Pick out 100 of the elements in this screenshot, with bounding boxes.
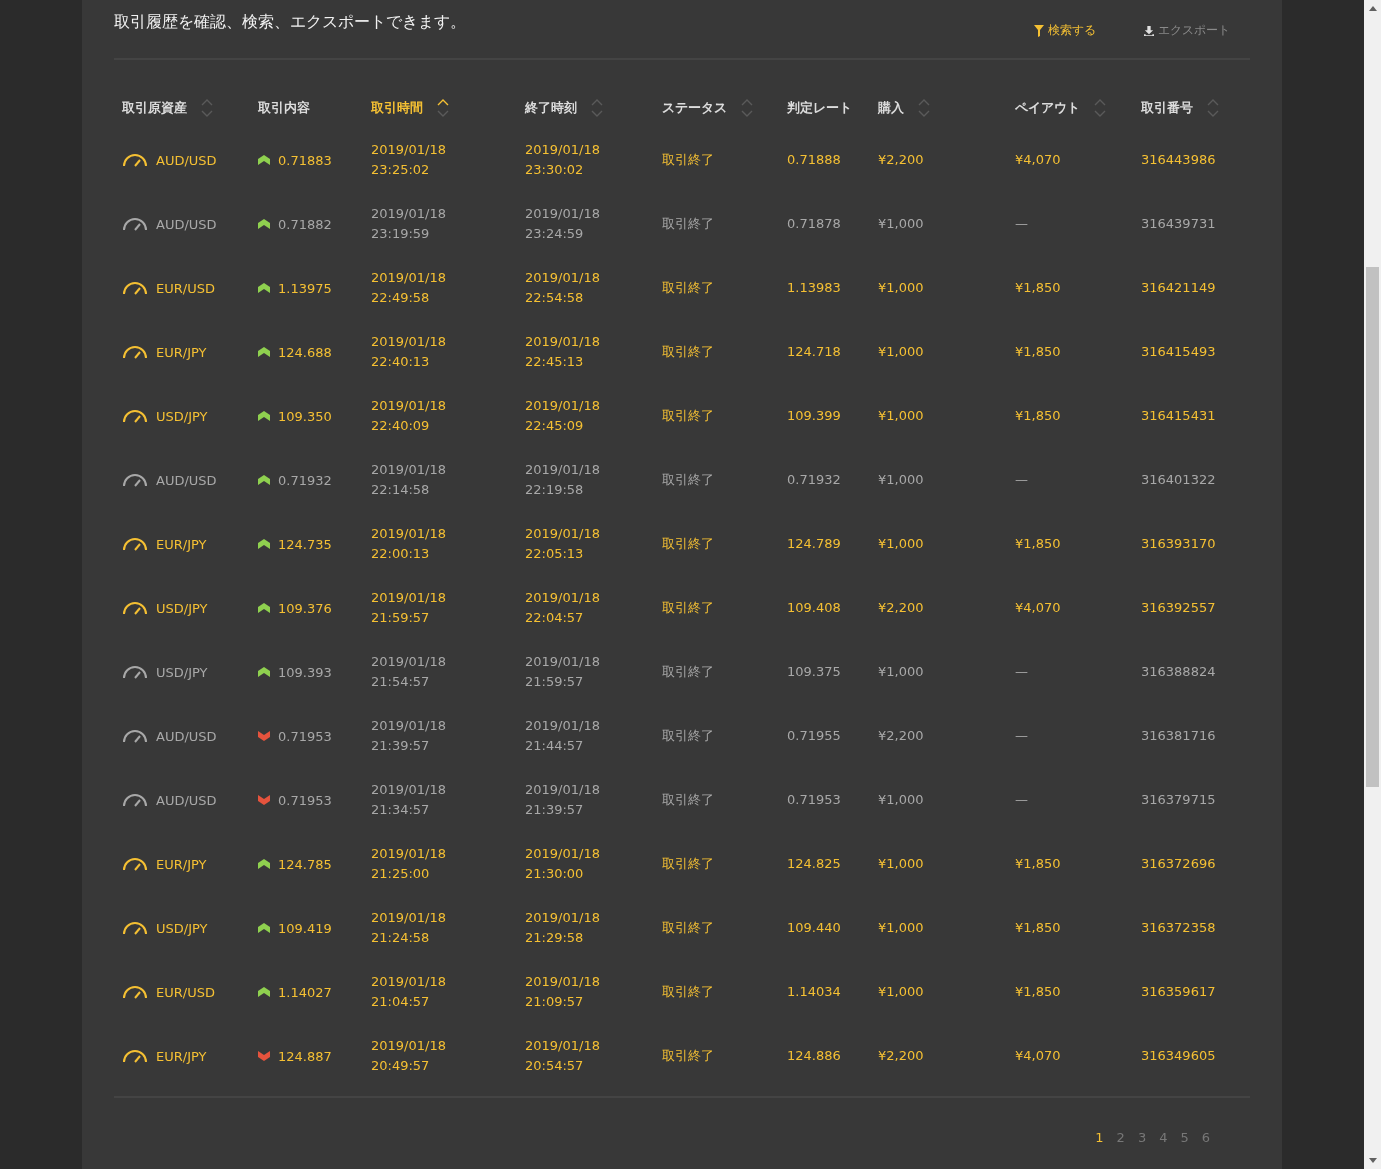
start-time-cell-text: 2019/01/18 23:25:02 [371, 141, 446, 179]
payout-cell-text: — [1015, 663, 1028, 681]
status-cell-text: 取引終了 [662, 727, 714, 745]
payout-cell-text: — [1015, 791, 1028, 809]
status-cell-text: 取引終了 [662, 215, 714, 233]
end-time-cell-text: 2019/01/18 22:45:13 [525, 333, 600, 371]
start-time-cell-text: 2019/01/18 22:14:58 [371, 461, 446, 499]
rate-cell-text: 124.886 [787, 1047, 841, 1065]
asset-cell: AUD/USD [156, 472, 217, 488]
amount-cell-text: ¥2,200 [878, 151, 924, 169]
start-time-cell-text: 2019/01/18 21:24:58 [371, 909, 446, 947]
trade-number-cell-text: 316359617 [1141, 983, 1216, 1001]
asset-cell: AUD/USD [156, 792, 217, 808]
column-header[interactable]: 終了時刻 [525, 99, 577, 117]
trade-number-cell-text: 316415431 [1141, 407, 1216, 425]
end-time-cell-text: 2019/01/18 21:30:00 [525, 845, 600, 883]
entry-rate-cell: 109.393 [278, 664, 332, 680]
status-cell-text: 取引終了 [662, 343, 714, 361]
scroll-down-icon[interactable] [1368, 1158, 1377, 1163]
payout-cell-text: ¥1,850 [1015, 855, 1061, 873]
asset-cell: USD/JPY [156, 920, 208, 936]
rate-cell-text: 1.13983 [787, 279, 841, 297]
amount-cell-text: ¥1,000 [878, 919, 924, 937]
rate-cell-text: 124.718 [787, 343, 841, 361]
column-header[interactable]: 取引番号 [1141, 99, 1193, 117]
page-link[interactable]: 1 [1095, 1130, 1104, 1145]
status-cell-text: 取引終了 [662, 855, 714, 873]
end-time-cell-text: 2019/01/18 22:04:57 [525, 589, 600, 627]
rate-cell-text: 124.789 [787, 535, 841, 553]
column-header[interactable]: 取引原資産 [122, 99, 187, 117]
start-time-cell-text: 2019/01/18 22:40:13 [371, 333, 446, 371]
entry-rate-cell: 124.887 [278, 1048, 332, 1064]
rate-cell-text: 124.825 [787, 855, 841, 873]
status-cell-text: 取引終了 [662, 535, 714, 553]
entry-rate-cell: 1.13975 [278, 280, 332, 296]
entry-rate-cell: 0.71953 [278, 728, 332, 744]
trade-number-cell-text: 316401322 [1141, 471, 1216, 489]
payout-cell-text: ¥4,070 [1015, 599, 1061, 617]
end-time-cell-text: 2019/01/18 23:24:59 [525, 205, 600, 243]
rate-cell-text: 109.440 [787, 919, 841, 937]
column-header: 取引内容 [258, 99, 310, 117]
scrollbar[interactable] [1364, 0, 1381, 1169]
entry-rate-cell: 124.785 [278, 856, 332, 872]
asset-cell: EUR/JPY [156, 1048, 207, 1064]
scroll-up-icon[interactable] [1368, 6, 1377, 11]
trade-number-cell-text: 316443986 [1141, 151, 1216, 169]
amount-cell-text: ¥1,000 [878, 471, 924, 489]
amount-cell-text: ¥1,000 [878, 535, 924, 553]
payout-cell-text: ¥1,850 [1015, 407, 1061, 425]
start-time-cell-text: 2019/01/18 23:19:59 [371, 205, 446, 243]
asset-cell: AUD/USD [156, 216, 217, 232]
entry-rate-cell: 0.71883 [278, 152, 332, 168]
search-button[interactable]: 検索する [1034, 22, 1096, 39]
entry-rate-cell: 109.419 [278, 920, 332, 936]
trade-number-cell-text: 316349605 [1141, 1047, 1216, 1065]
asset-cell: USD/JPY [156, 664, 208, 680]
sort-icon[interactable] [437, 98, 449, 118]
entry-rate-cell: 1.14027 [278, 984, 332, 1000]
amount-cell-text: ¥1,000 [878, 279, 924, 297]
asset-cell: EUR/JPY [156, 536, 207, 552]
column-header[interactable]: 取引時間 [371, 99, 423, 117]
trade-number-cell-text: 316439731 [1141, 215, 1216, 233]
start-time-cell-text: 2019/01/18 20:49:57 [371, 1037, 446, 1075]
column-header[interactable]: ステータス [662, 99, 727, 117]
status-cell-text: 取引終了 [662, 407, 714, 425]
payout-cell-text: ¥1,850 [1015, 983, 1061, 1001]
asset-cell: EUR/JPY [156, 856, 207, 872]
column-header[interactable]: ペイアウト [1015, 99, 1080, 117]
rate-cell-text: 109.408 [787, 599, 841, 617]
rate-cell-text: 0.71953 [787, 791, 841, 809]
payout-cell-text: — [1015, 727, 1028, 745]
end-time-cell-text: 2019/01/18 23:30:02 [525, 141, 600, 179]
asset-cell: AUD/USD [156, 152, 217, 168]
export-button[interactable]: エクスポート [1144, 22, 1230, 39]
amount-cell-text: ¥2,200 [878, 599, 924, 617]
end-time-cell-text: 2019/01/18 21:09:57 [525, 973, 600, 1011]
payout-cell-text: ¥1,850 [1015, 343, 1061, 361]
amount-cell-text: ¥2,200 [878, 1047, 924, 1065]
end-time-cell-text: 2019/01/18 21:39:57 [525, 781, 600, 819]
column-header: 判定レート [787, 99, 852, 117]
trade-number-cell-text: 316381716 [1141, 727, 1216, 745]
payout-cell-text: ¥1,850 [1015, 279, 1061, 297]
amount-cell-text: ¥1,000 [878, 855, 924, 873]
entry-rate-cell: 0.71882 [278, 216, 332, 232]
end-time-cell-text: 2019/01/18 20:54:57 [525, 1037, 600, 1075]
trade-number-cell-text: 316421149 [1141, 279, 1216, 297]
end-time-cell-text: 2019/01/18 22:54:58 [525, 269, 600, 307]
amount-cell-text: ¥1,000 [878, 343, 924, 361]
amount-cell-text: ¥2,200 [878, 727, 924, 745]
trade-number-cell-text: 316372696 [1141, 855, 1216, 873]
trade-number-cell-text: 316379715 [1141, 791, 1216, 809]
status-cell-text: 取引終了 [662, 599, 714, 617]
payout-cell-text: ¥1,850 [1015, 919, 1061, 937]
column-header[interactable]: 購入 [878, 99, 904, 117]
end-time-cell-text: 2019/01/18 21:59:57 [525, 653, 600, 691]
start-time-cell-text: 2019/01/18 22:40:09 [371, 397, 446, 435]
asset-cell: EUR/USD [156, 280, 215, 296]
start-time-cell-text: 2019/01/18 21:04:57 [371, 973, 446, 1011]
amount-cell-text: ¥1,000 [878, 215, 924, 233]
trade-number-cell-text: 316392557 [1141, 599, 1216, 617]
